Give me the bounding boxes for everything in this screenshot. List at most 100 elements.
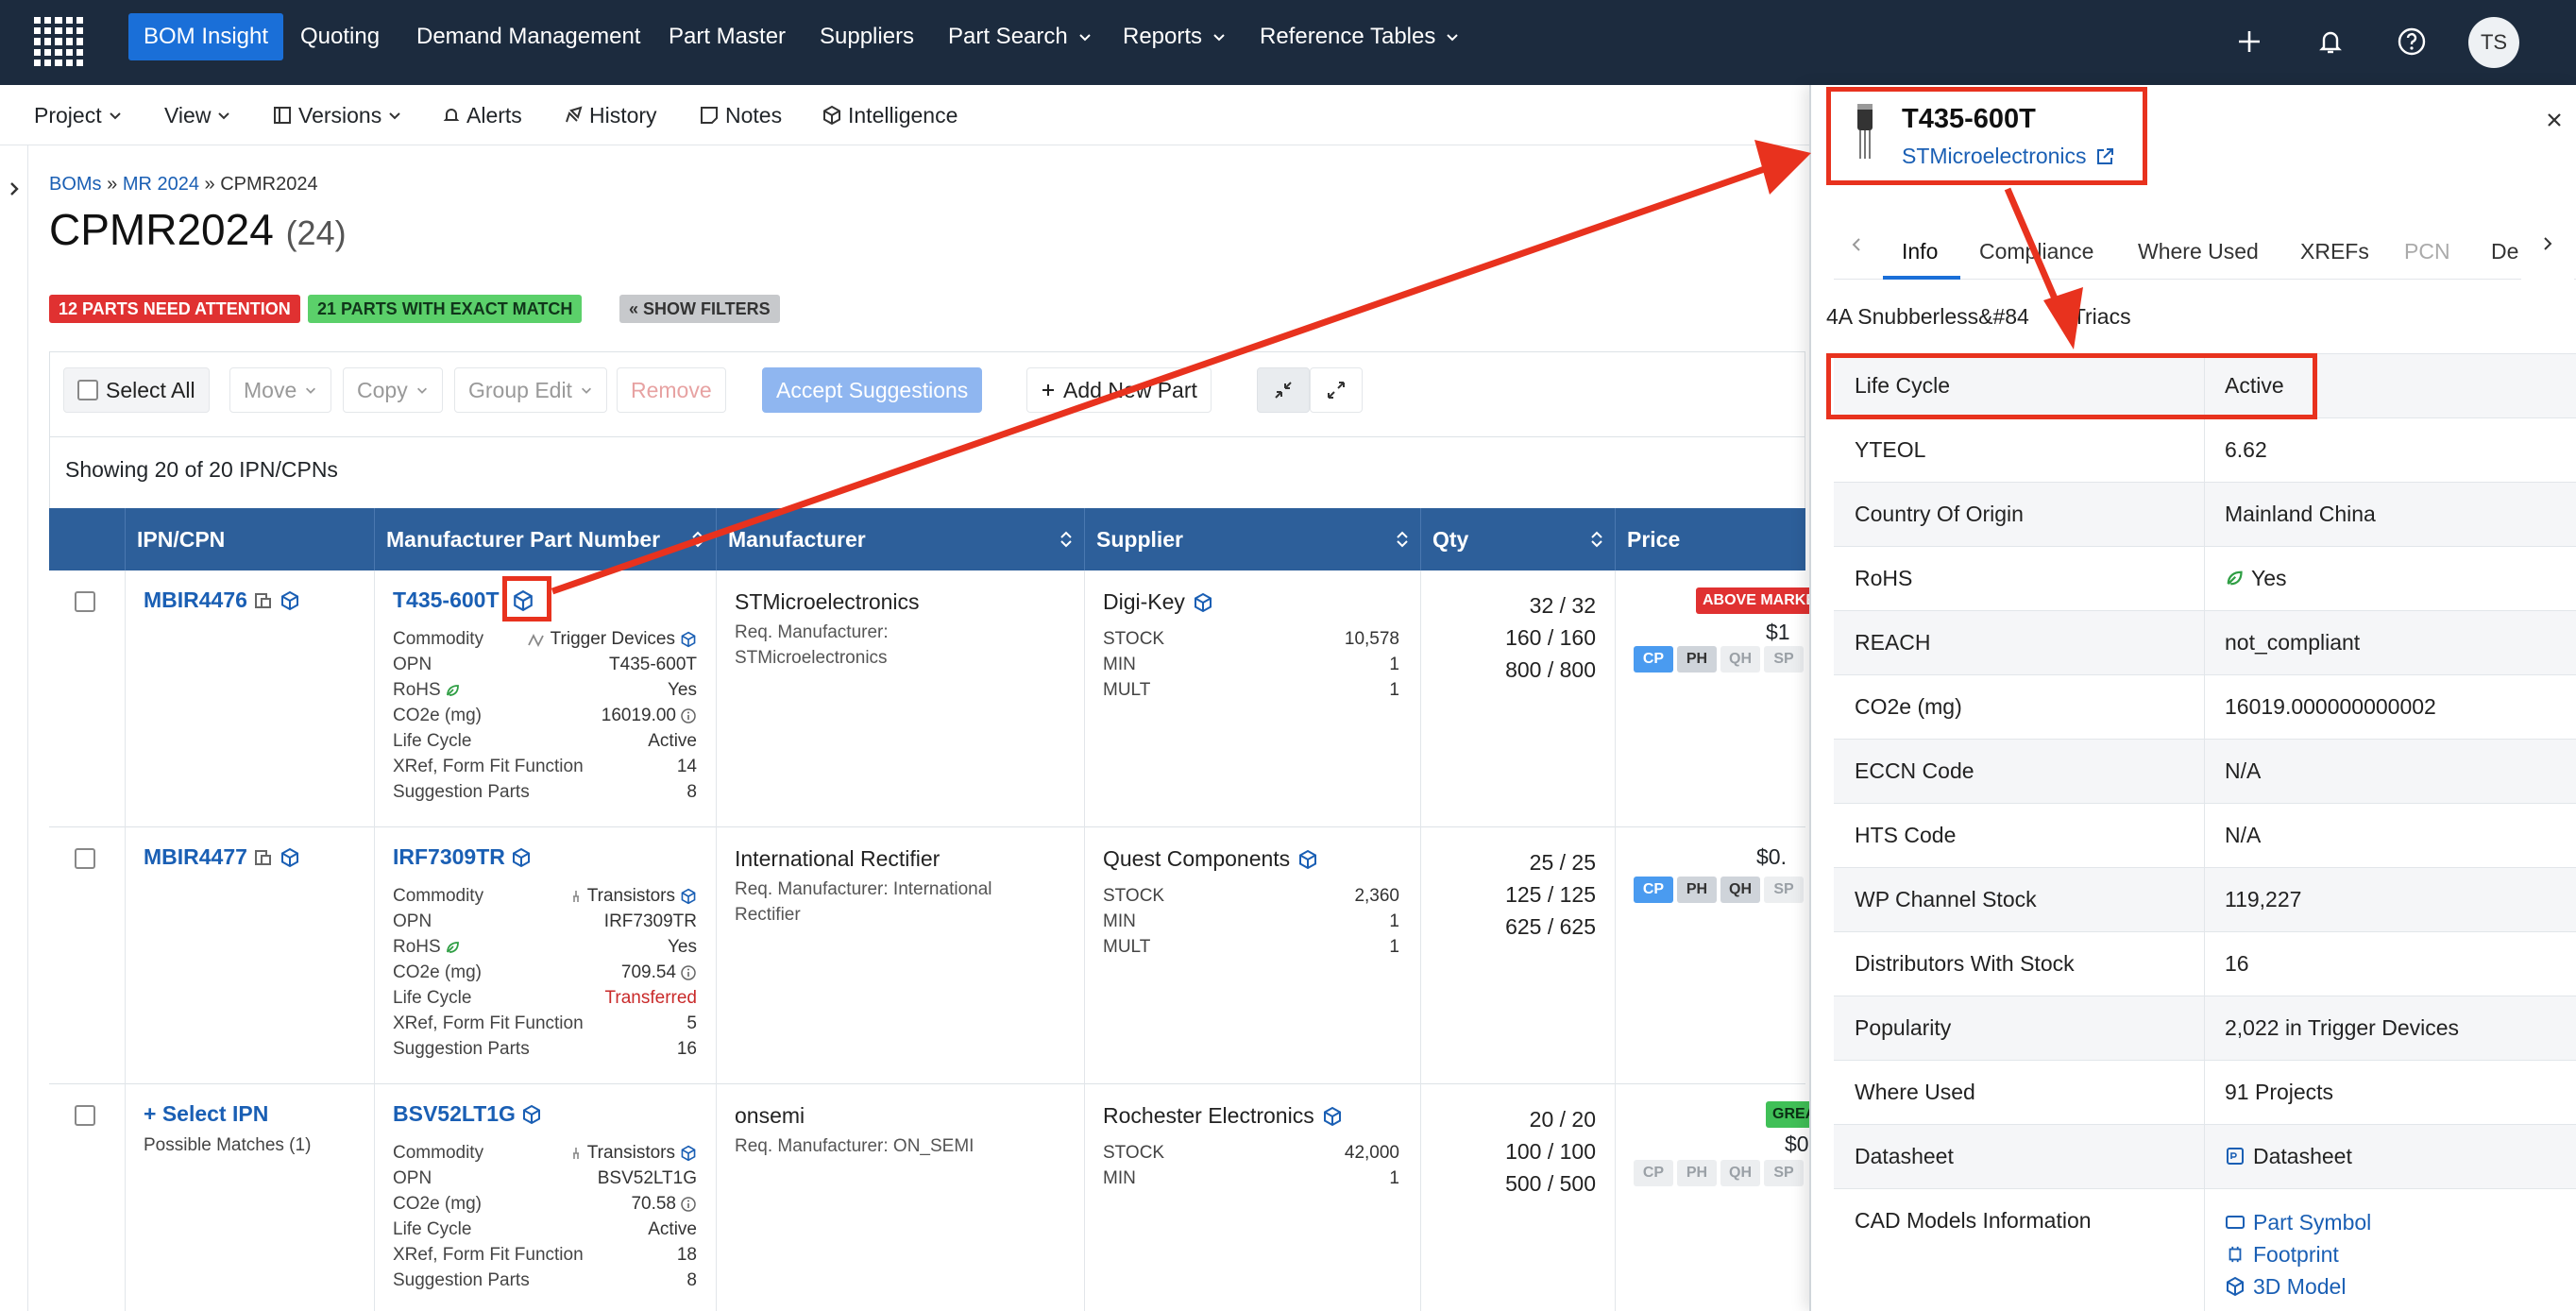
chip-sp[interactable]: SP [1764, 877, 1804, 903]
3d-model-link[interactable]: 3D Model [2225, 1270, 2371, 1302]
versions-menu[interactable]: Versions [272, 98, 402, 132]
tab-more[interactable]: De [2491, 223, 2518, 280]
nav-demand-management[interactable]: Demand Management [401, 13, 655, 60]
chip-sp[interactable]: SP [1764, 1160, 1804, 1186]
nav-part-search[interactable]: Part Search [933, 13, 1108, 60]
chip-qh[interactable]: QH [1720, 877, 1760, 903]
mpn-link[interactable]: IRF7309TR [393, 844, 532, 870]
add-new-part-button[interactable]: Add New Part [1026, 367, 1212, 413]
chip-ph[interactable]: PH [1677, 1160, 1717, 1186]
chip-cp[interactable]: CP [1634, 646, 1673, 673]
chevron-left-icon[interactable] [1851, 236, 1862, 253]
row-checkbox[interactable] [75, 1105, 95, 1126]
info-icon[interactable] [680, 707, 697, 724]
show-filters-button[interactable]: « SHOW FILTERS [619, 295, 780, 323]
tab-info[interactable]: Info [1902, 223, 1938, 280]
history-link[interactable]: History [563, 98, 657, 132]
header-qty[interactable]: Qty [1420, 508, 1615, 570]
move-button[interactable]: Move [229, 367, 332, 413]
cube-icon[interactable] [280, 590, 300, 611]
popularity-link[interactable]: 2,022 in Trigger Devices [2225, 996, 2459, 1059]
header-ipn[interactable]: IPN/CPN [125, 508, 374, 570]
supplier-name[interactable]: Rochester Electronics [1103, 1103, 1343, 1129]
header-supplier[interactable]: Supplier [1084, 508, 1420, 570]
info-icon[interactable] [680, 964, 697, 981]
cube-icon[interactable] [521, 1104, 542, 1125]
copy-icon[interactable] [253, 847, 274, 868]
tab-compliance[interactable]: Compliance [1979, 223, 2093, 280]
supplier-name[interactable]: Quest Components [1103, 846, 1318, 872]
breadcrumb-boms[interactable]: BOMs [49, 174, 102, 195]
mpn-link[interactable]: T435-600T [393, 587, 500, 613]
tab-xrefs[interactable]: XREFs [2300, 223, 2369, 280]
cube-icon[interactable] [511, 847, 532, 868]
plus-icon[interactable] [2229, 21, 2270, 62]
ipn-link[interactable]: MBIR4477 [144, 844, 300, 870]
intelligence-link[interactable]: Intelligence [822, 98, 958, 132]
group-edit-label: Group Edit [468, 377, 572, 402]
notes-link[interactable]: Notes [699, 98, 782, 132]
info-icon[interactable] [680, 1196, 697, 1213]
group-edit-button[interactable]: Group Edit [454, 367, 607, 413]
copy-icon[interactable] [253, 590, 274, 611]
nav-suppliers[interactable]: Suppliers [805, 13, 929, 60]
select-ipn-link[interactable]: + Select IPN [144, 1101, 268, 1127]
header-qty-label: Qty [1432, 527, 1469, 552]
row-checkbox[interactable] [75, 591, 95, 612]
nav-bom-insight[interactable]: BOM Insight [128, 13, 284, 60]
intelligence-cube-icon[interactable] [512, 589, 534, 612]
chip-qh[interactable]: QH [1720, 646, 1760, 673]
remove-button[interactable]: Remove [617, 367, 726, 413]
chip-cp[interactable]: CP [1634, 1160, 1673, 1186]
header-manufacturer[interactable]: Manufacturer [716, 508, 1084, 570]
ipn-link[interactable]: MBIR4476 [144, 587, 300, 613]
tab-pcn[interactable]: PCN [2404, 223, 2450, 280]
row-distributors: Distributors With Stock 16 [1834, 931, 2576, 996]
close-icon[interactable] [2546, 111, 2563, 128]
nav-reference-tables[interactable]: Reference Tables [1245, 13, 1475, 60]
expand-rail-button[interactable] [0, 168, 28, 210]
checkbox[interactable] [77, 380, 98, 400]
cube-icon[interactable] [280, 847, 300, 868]
accept-suggestions-button[interactable]: Accept Suggestions [762, 367, 983, 413]
header-price[interactable]: Price [1615, 508, 1805, 570]
alerts-link[interactable]: Alerts [442, 98, 522, 132]
collapse-button[interactable] [1257, 367, 1310, 413]
part-symbol-link[interactable]: Part Symbol [2225, 1206, 2371, 1238]
chip-qh[interactable]: QH [1720, 1160, 1760, 1186]
tab-scroll-right[interactable] [2521, 208, 2574, 280]
footprint-link[interactable]: Footprint [2225, 1238, 2371, 1270]
header-mpn[interactable]: Manufacturer Part Number [374, 508, 716, 570]
mpn-link[interactable]: BSV52LT1G [393, 1101, 542, 1127]
chip-cp[interactable]: CP [1634, 877, 1673, 903]
datasheet-link[interactable]: Datasheet [2225, 1125, 2352, 1187]
nav-part-master[interactable]: Part Master [653, 13, 801, 60]
nav-reports[interactable]: Reports [1108, 13, 1242, 60]
panel-manufacturer-link[interactable]: STMicroelectronics [1902, 144, 2115, 169]
possible-matches[interactable]: Possible Matches (1) [144, 1135, 311, 1156]
view-menu[interactable]: View [164, 98, 231, 132]
select-all-checkbox[interactable]: Select All [63, 367, 210, 413]
distributors-link[interactable]: 16 [2225, 932, 2249, 995]
nav-quoting[interactable]: Quoting [285, 13, 395, 60]
row-checkbox[interactable] [75, 848, 95, 869]
chip-ph[interactable]: PH [1677, 646, 1717, 673]
wp-stock-link[interactable]: 119,227 [2225, 868, 2301, 930]
breadcrumb-mr-2024[interactable]: MR 2024 [123, 174, 199, 195]
exact-match-badge[interactable]: 21 PARTS WITH EXACT MATCH [308, 295, 583, 323]
copy-button[interactable]: Copy [343, 367, 443, 413]
avatar[interactable]: TS [2468, 17, 2519, 68]
app-grid-icon[interactable] [34, 17, 83, 66]
project-menu[interactable]: Project [34, 98, 123, 132]
attention-badge[interactable]: 12 PARTS NEED ATTENTION [49, 295, 300, 323]
supplier-name[interactable]: Digi-Key [1103, 589, 1213, 615]
help-icon[interactable] [2391, 21, 2432, 62]
cube-icon [1299, 849, 1317, 869]
expand-button[interactable] [1310, 367, 1363, 413]
bell-icon[interactable] [2310, 21, 2351, 62]
rohs-text: Yes [2251, 566, 2287, 590]
chip-sp[interactable]: SP [1764, 646, 1804, 673]
tab-where-used[interactable]: Where Used [2138, 223, 2259, 280]
chip-ph[interactable]: PH [1677, 877, 1717, 903]
where-used-link[interactable]: 91 Projects [2225, 1061, 2333, 1123]
